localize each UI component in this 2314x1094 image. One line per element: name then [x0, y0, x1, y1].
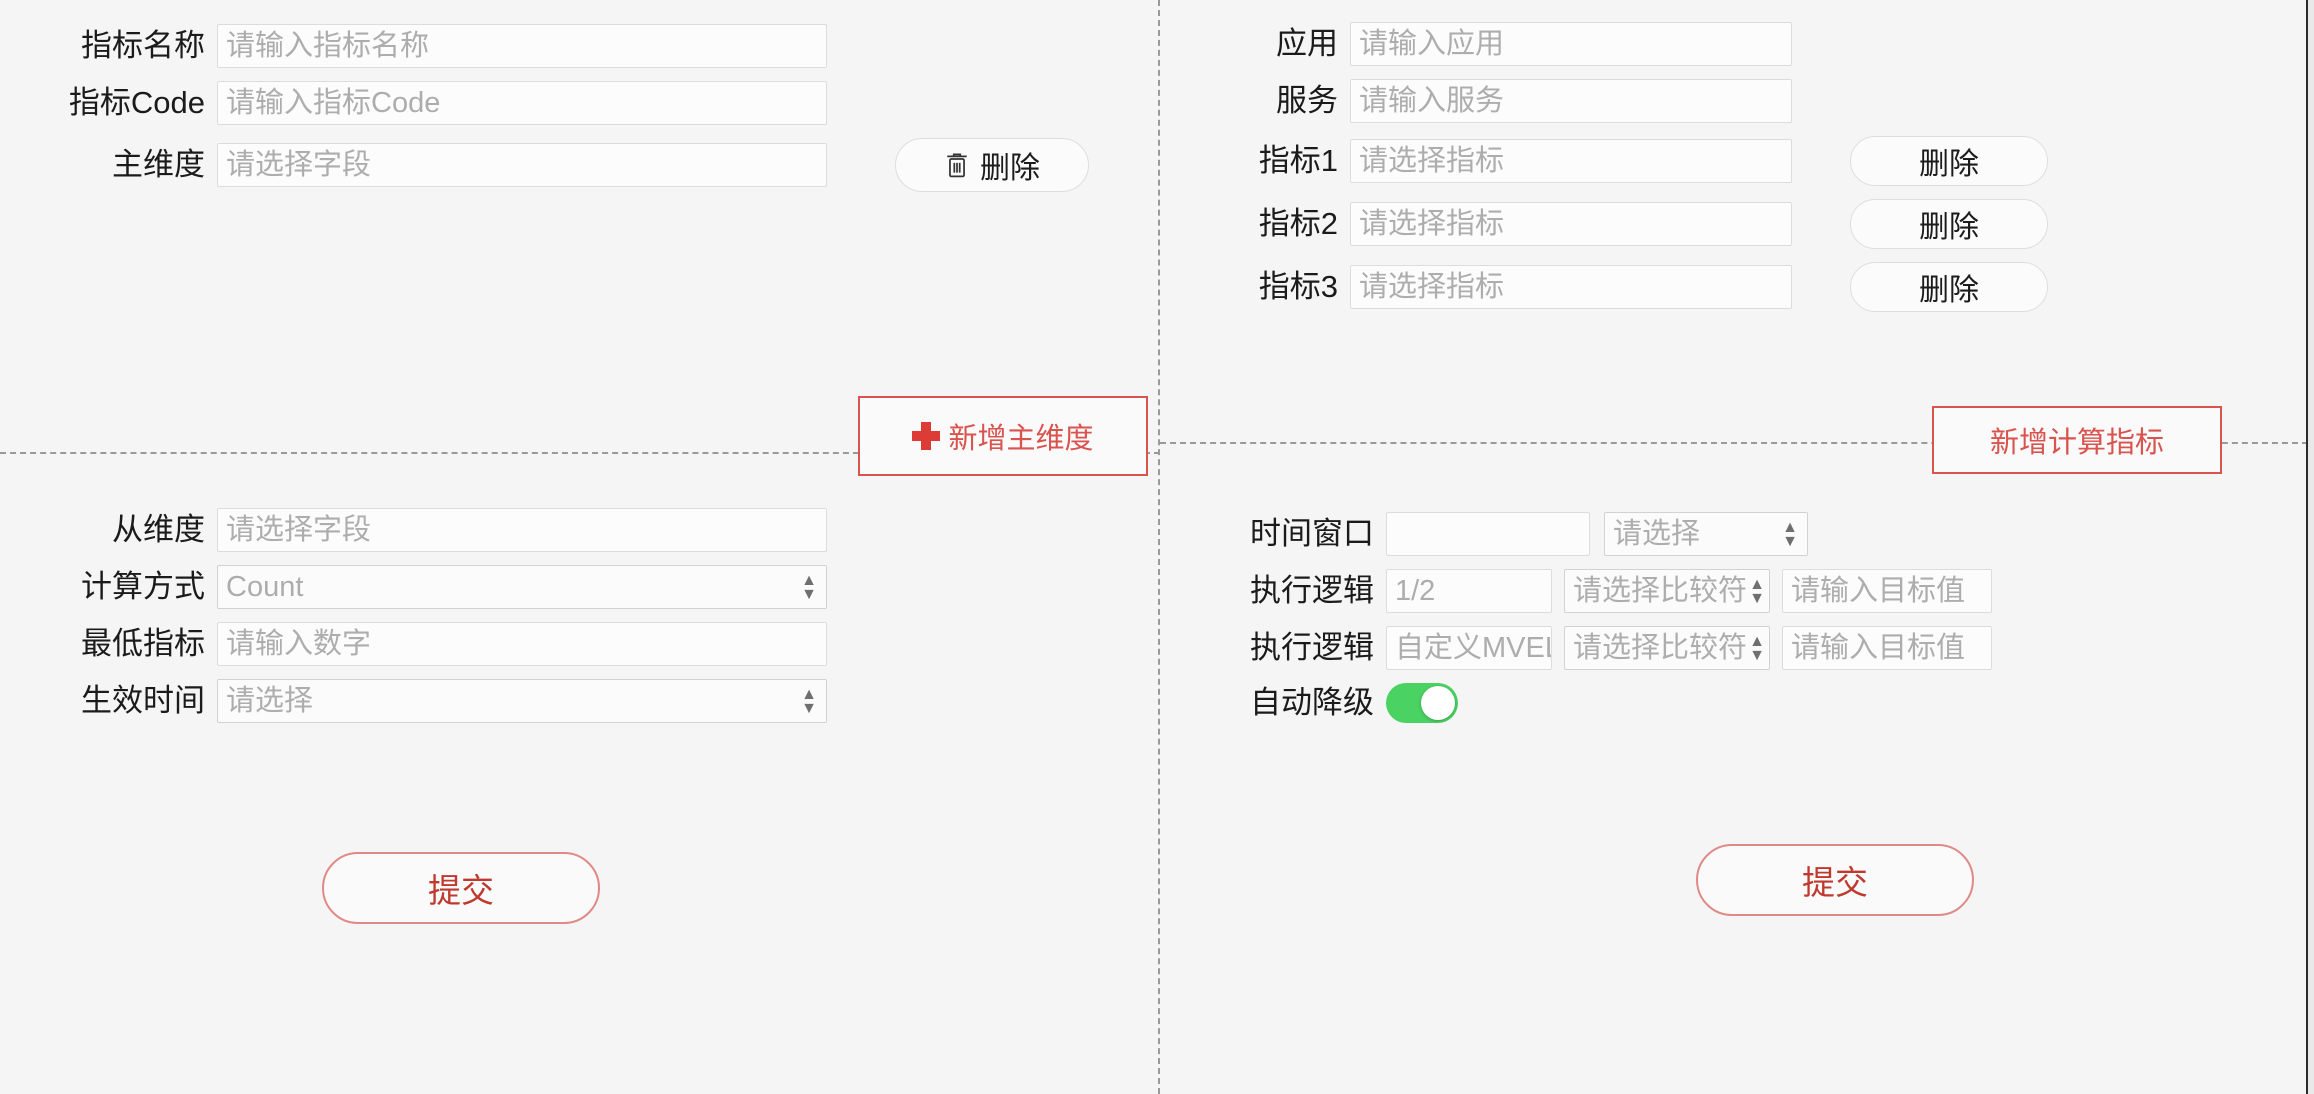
form-row-auto-degrade: 自动降级 [1178, 683, 2314, 723]
toggle-knob [1421, 686, 1455, 720]
stepper-arrows-icon: ▲ ▼ [1749, 576, 1765, 607]
min-metric-input[interactable]: 请输入数字 [217, 622, 827, 666]
exec-logic-2-target-input[interactable]: 请输入目标值 [1782, 626, 1992, 670]
add-calculated-metric-button[interactable]: 新增计算指标 [1932, 406, 2222, 474]
delete-main-dimension-label: 删除 [980, 152, 1040, 185]
auto-degrade-toggle[interactable] [1386, 683, 1458, 723]
metric-2-label: 指标2 [1258, 206, 1338, 241]
time-window-label: 时间窗口 [1250, 516, 1374, 551]
delete-metric-1-label: 删除 [1919, 148, 1979, 181]
exec-logic-1-expression-input[interactable]: 1/2 [1386, 569, 1552, 613]
app-screen: 指标名称 请输入指标名称 指标Code 请输入指标Code 主维度 请选择字段 … [0, 0, 2314, 1094]
form-row-metric-name: 指标名称 请输入指标名称 [0, 24, 1158, 68]
service-input[interactable]: 请输入服务 [1350, 79, 1792, 123]
form-row-sub-dimension: 从维度 请选择字段 [0, 508, 1158, 552]
exec-logic-1-target-input[interactable]: 请输入目标值 [1782, 569, 1992, 613]
delete-metric-3-button[interactable]: 删除 [1850, 262, 2048, 312]
effective-time-label: 生效时间 [81, 683, 205, 718]
form-row-time-window: 时间窗口 请选择 ▲ ▼ [1178, 512, 2314, 556]
sub-dimension-label: 从维度 [112, 512, 205, 547]
add-main-dimension-label: 新增主维度 [948, 423, 1094, 455]
main-dimension-input[interactable]: 请选择字段 [217, 143, 827, 187]
form-row-metric-code: 指标Code 请输入指标Code [0, 81, 1158, 125]
metric-1-label: 指标1 [1258, 143, 1338, 178]
time-window-unit-value: 请选择 [1613, 518, 1701, 550]
delete-metric-3-label: 删除 [1919, 274, 1979, 307]
form-row-min-metric: 最低指标 请输入数字 [0, 622, 1158, 666]
form-row-metric-2: 指标2 请选择指标 删除 [1178, 199, 2314, 249]
vertical-divider [1158, 0, 1160, 1094]
submit-label-left: 提交 [428, 872, 494, 909]
app-label: 应用 [1276, 26, 1338, 61]
calc-method-select[interactable]: Count ▲ ▼ [217, 565, 827, 609]
form-row-calc-method: 计算方式 Count ▲ ▼ [0, 565, 1158, 609]
metric-code-input[interactable]: 请输入指标Code [217, 81, 827, 125]
stepper-arrows-icon: ▲ ▼ [801, 572, 817, 603]
sub-dimension-panel: 从维度 请选择字段 计算方式 Count ▲ ▼ 最低指标 请输入数字 生效时间 … [0, 508, 1158, 924]
form-row-metric-1: 指标1 请选择指标 删除 [1178, 136, 2314, 186]
metric-code-label: 指标Code [68, 85, 205, 120]
exec-logic-2-comparator-select[interactable]: 请选择比较符 ▲ ▼ [1564, 626, 1770, 670]
stepper-arrows-icon: ▲ ▼ [1782, 519, 1798, 550]
exec-logic-1-comparator-select[interactable]: 请选择比较符 ▲ ▼ [1564, 569, 1770, 613]
delete-metric-2-button[interactable]: 删除 [1850, 199, 2048, 249]
calc-method-value: Count [226, 571, 304, 603]
submit-button-left[interactable]: 提交 [322, 852, 600, 924]
form-row-metric-3: 指标3 请选择指标 删除 [1178, 262, 2314, 312]
metric-2-input[interactable]: 请选择指标 [1350, 202, 1792, 246]
form-row-exec-logic-2: 执行逻辑 自定义MVEL 请选择比较符 ▲ ▼ 请输入目标值 [1178, 626, 2314, 670]
metric-name-input[interactable]: 请输入指标名称 [217, 24, 827, 68]
delete-main-dimension-button[interactable]: 删除 [895, 138, 1089, 192]
time-window-unit-select[interactable]: 请选择 ▲ ▼ [1604, 512, 1808, 556]
exec-logic-2-comparator-value: 请选择比较符 [1573, 632, 1748, 664]
calc-method-label: 计算方式 [81, 569, 205, 604]
form-row-main-dimension: 主维度 请选择字段 删除 [0, 138, 1158, 192]
service-label: 服务 [1276, 83, 1338, 118]
form-row-exec-logic-1: 执行逻辑 1/2 请选择比较符 ▲ ▼ 请输入目标值 [1178, 569, 2314, 613]
form-row-app: 应用 请输入应用 [1178, 22, 2314, 66]
metric-1-input[interactable]: 请选择指标 [1350, 139, 1792, 183]
metric-name-label: 指标名称 [81, 28, 205, 63]
auto-degrade-label: 自动降级 [1250, 685, 1374, 720]
execution-rules-panel: 时间窗口 请选择 ▲ ▼ 执行逻辑 1/2 请选择比较符 ▲ ▼ 请输入目标值 执行… [1178, 512, 2314, 916]
metric-3-label: 指标3 [1258, 269, 1338, 304]
exec-logic-1-comparator-value: 请选择比较符 [1573, 575, 1748, 607]
plus-icon [912, 422, 941, 450]
stepper-arrows-icon: ▲ ▼ [1749, 633, 1765, 664]
delete-metric-2-label: 删除 [1919, 211, 1979, 244]
exec-logic-2-label: 执行逻辑 [1250, 630, 1374, 665]
exec-logic-2-expression-input[interactable]: 自定义MVEL [1386, 626, 1552, 670]
stepper-arrows-icon: ▲ ▼ [801, 686, 817, 717]
exec-logic-1-label: 执行逻辑 [1250, 573, 1374, 608]
min-metric-label: 最低指标 [81, 626, 205, 661]
sub-dimension-input[interactable]: 请选择字段 [217, 508, 827, 552]
form-row-service: 服务 请输入服务 [1178, 79, 2314, 123]
calculated-metric-panel: 应用 请输入应用 服务 请输入服务 指标1 请选择指标 删除 指标2 请选择指标… [1178, 22, 2314, 325]
metric-3-input[interactable]: 请选择指标 [1350, 265, 1792, 309]
submit-button-right[interactable]: 提交 [1696, 844, 1974, 916]
trash-icon [944, 150, 970, 180]
effective-time-select[interactable]: 请选择 ▲ ▼ [217, 679, 827, 723]
delete-metric-1-button[interactable]: 删除 [1850, 136, 2048, 186]
metric-definition-panel: 指标名称 请输入指标名称 指标Code 请输入指标Code 主维度 请选择字段 … [0, 24, 1158, 476]
add-main-dimension-button[interactable]: 新增主维度 [858, 396, 1148, 476]
form-row-effective-time: 生效时间 请选择 ▲ ▼ [0, 679, 1158, 723]
effective-time-value: 请选择 [226, 685, 314, 717]
app-input[interactable]: 请输入应用 [1350, 22, 1792, 66]
time-window-amount-input[interactable] [1386, 512, 1590, 556]
submit-label-right: 提交 [1802, 864, 1868, 901]
main-dimension-label: 主维度 [112, 147, 205, 182]
add-calculated-metric-label: 新增计算指标 [1989, 427, 2164, 459]
